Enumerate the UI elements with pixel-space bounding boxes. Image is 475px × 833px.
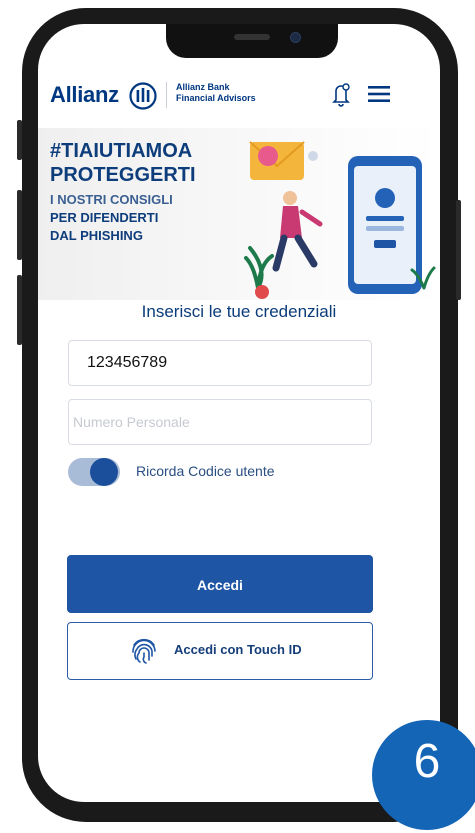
touch-id-button[interactable]: Accedi con Touch ID [67,622,373,680]
step-number: 6 [413,735,441,788]
phone-side-button [17,120,22,160]
bank-name-line2: Financial Advisors [176,93,256,103]
login-title: Inserisci le tue credenziali [141,302,337,321]
phone-side-button [17,275,22,345]
camera [290,32,301,43]
allianz-logo: Allianz [50,82,119,107]
phone-side-button [17,190,22,260]
personal-number-input[interactable] [69,400,353,444]
header-divider [166,82,167,108]
speaker [234,34,270,40]
banner-subline-1: I NOSTRI CONSIGLI [50,192,173,207]
phone-screen: Allianz Allianz Bank Financial Advisors … [38,24,440,802]
menu-icon[interactable] [368,86,390,102]
remember-user-label[interactable]: Ricorda Codice utente [136,463,275,479]
remember-user-toggle[interactable] [68,458,120,486]
app-header: Allianz Allianz Bank Financial Advisors [38,76,440,116]
user-code-field[interactable] [68,340,372,386]
banner-illustration [244,141,436,299]
toggle-knob [90,458,118,486]
personal-number-field[interactable] [68,399,372,445]
banner-subline-2: PER DIFENDERTI [50,210,159,225]
banner-subline-3: DAL PHISHING [50,228,143,243]
user-code-input[interactable] [69,341,367,385]
allianz-eagle-icon [129,82,157,110]
phone-side-button [456,200,461,300]
touch-id-label: Accedi con Touch ID [174,642,302,657]
bank-name: Allianz Bank Financial Advisors [176,82,256,104]
banner-headline: PROTEGGERTI [50,164,196,186]
login-button[interactable]: Accedi [67,555,373,613]
bell-icon[interactable] [330,82,352,108]
fingerprint-icon [132,638,156,664]
step-badge: 6 [372,720,475,830]
phishing-banner[interactable]: #TIAIUTIAMOA PROTEGGERTI I NOSTRI CONSIG… [38,128,440,300]
bank-name-line1: Allianz Bank [176,82,230,92]
phone-notch [166,24,338,58]
banner-hashtag: #TIAIUTIAMOA [50,140,193,162]
